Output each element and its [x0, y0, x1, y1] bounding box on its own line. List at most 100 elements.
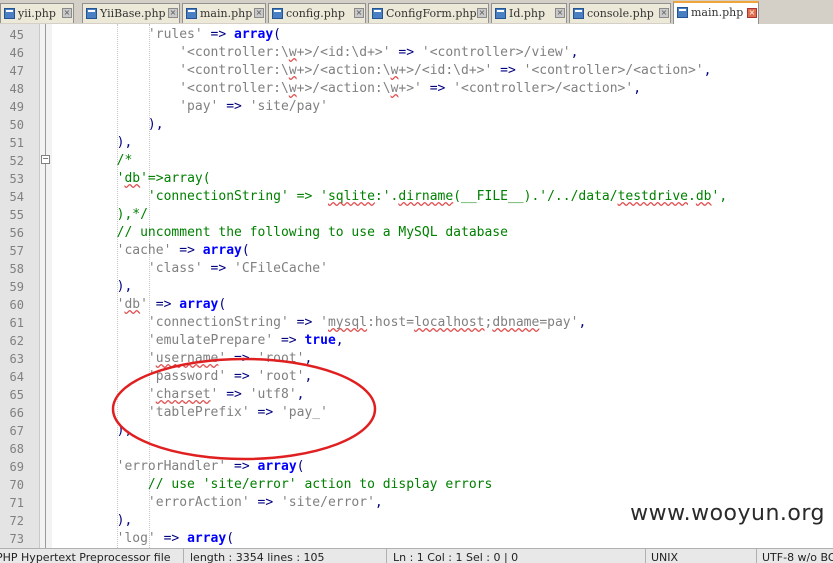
code-token: w — [288, 81, 297, 96]
code-token: => — [492, 63, 524, 78]
line-number: 71 — [9, 496, 24, 510]
code-token: => — [147, 297, 180, 312]
code-token: => — [249, 495, 281, 510]
code-token: db — [124, 171, 141, 186]
code-token: ' — [140, 297, 148, 312]
code-token: dirname — [398, 189, 454, 204]
status-length: length : 3354 lines : 105 — [190, 551, 325, 563]
code-text: 'db' => array( — [54, 296, 227, 314]
code-token: 'root' — [257, 351, 305, 366]
code-line: 49 'pay' => 'site/pay' — [0, 98, 833, 116]
code-token: '<controller:\ — [179, 81, 289, 96]
code-token: 'site/pay' — [249, 99, 328, 114]
code-line: 46 '<controller:\w+>/<id:\d+>' => '<cont… — [0, 44, 833, 62]
tab-id-php[interactable]: Id.php × — [491, 3, 567, 23]
code-text: 'tablePrefix' => 'pay_' — [54, 404, 328, 422]
code-token: 'connectionString' — [147, 315, 289, 330]
close-icon[interactable]: × — [477, 8, 487, 18]
code-token: :host= — [367, 315, 415, 330]
line-number: 66 — [9, 406, 24, 420]
code-line: 62 'emulatePrepare' => true, — [0, 332, 833, 350]
code-token: ), — [116, 279, 133, 294]
code-line: 65 'charset' => 'utf8', — [0, 386, 833, 404]
code-text: ), — [54, 422, 133, 440]
close-icon[interactable]: × — [555, 8, 565, 18]
code-token: => — [288, 315, 321, 330]
close-icon[interactable]: × — [62, 8, 72, 18]
php-file-icon — [573, 8, 584, 19]
close-icon[interactable]: × — [747, 8, 757, 18]
close-icon[interactable]: × — [659, 8, 669, 18]
code-line: 70 // use 'site/error' action to display… — [0, 476, 833, 494]
tab-label: config.php — [286, 7, 345, 20]
tab-yiibase-php[interactable]: YiiBase.php × — [82, 3, 180, 23]
code-token: ' — [147, 351, 156, 366]
status-divider — [386, 549, 387, 563]
line-number: 73 — [9, 532, 24, 546]
code-text: '<controller:\w+>/<action:\w+>' => '<con… — [54, 80, 641, 98]
code-token: 'class' — [147, 261, 203, 276]
line-number: 60 — [9, 298, 24, 312]
line-number: 53 — [9, 172, 24, 186]
code-token: , — [633, 81, 642, 96]
code-token: 'tablePrefix' — [147, 405, 250, 420]
tab-console-php[interactable]: console.php × — [569, 3, 671, 23]
status-divider — [645, 549, 646, 563]
code-editor[interactable]: − 45 'rules' => array(46 '<controller:\w… — [0, 24, 833, 548]
tab-yii-php[interactable]: yii.php × — [0, 3, 74, 23]
code-line: 58 'class' => 'CFileCache' — [0, 260, 833, 278]
code-token: '<controller>/view' — [421, 45, 571, 60]
php-file-icon — [272, 8, 283, 19]
code-token: => — [390, 45, 422, 60]
code-line: 60 'db' => array( — [0, 296, 833, 314]
line-number: 51 — [9, 136, 24, 150]
code-token: ' — [320, 315, 328, 330]
code-line: 54 'connectionString' => 'sqlite:'.dirna… — [0, 188, 833, 206]
code-token: 'pay' — [179, 99, 219, 114]
code-token: array — [187, 531, 227, 546]
code-text: ), — [54, 116, 164, 134]
code-token: w — [288, 45, 297, 60]
code-token: :'. — [374, 189, 399, 204]
code-token: db — [695, 189, 712, 204]
tab-label: yii.php — [18, 7, 56, 20]
close-icon[interactable]: × — [254, 8, 264, 18]
code-token: ), — [116, 513, 133, 528]
code-token: localhost — [414, 315, 485, 330]
code-token: '<controller:\ — [179, 45, 289, 60]
code-text: 'username' => 'root', — [54, 350, 312, 368]
code-line: 56 // uncomment the following to use a M… — [0, 224, 833, 242]
code-line: 53 'db'=>array( — [0, 170, 833, 188]
code-line: 45 'rules' => array( — [0, 26, 833, 44]
tab-config-php[interactable]: config.php × — [268, 3, 366, 23]
code-token: ), — [116, 423, 133, 438]
code-token: '=>array( — [140, 171, 211, 186]
line-number: 62 — [9, 334, 24, 348]
tab-main-php[interactable]: main.php × — [182, 3, 266, 23]
code-text: 'errorHandler' => array( — [54, 458, 305, 476]
close-icon[interactable]: × — [168, 8, 178, 18]
code-text: ), — [54, 134, 133, 152]
code-token: , — [304, 351, 313, 366]
code-line: 59 ), — [0, 278, 833, 296]
code-token: 'site/error' — [280, 495, 375, 510]
code-token: => — [226, 459, 258, 474]
code-token: => — [226, 351, 258, 366]
code-text: ), — [54, 512, 133, 530]
code-token: 'emulatePrepare' — [147, 333, 274, 348]
code-token: => — [218, 99, 250, 114]
close-icon[interactable]: × — [354, 8, 364, 18]
tab-main-php[interactable]: main.php × — [673, 1, 759, 24]
code-token: 'cache' — [116, 243, 172, 258]
code-token: => — [226, 369, 258, 384]
tab-configform-php[interactable]: ConfigForm.php × — [368, 3, 489, 23]
